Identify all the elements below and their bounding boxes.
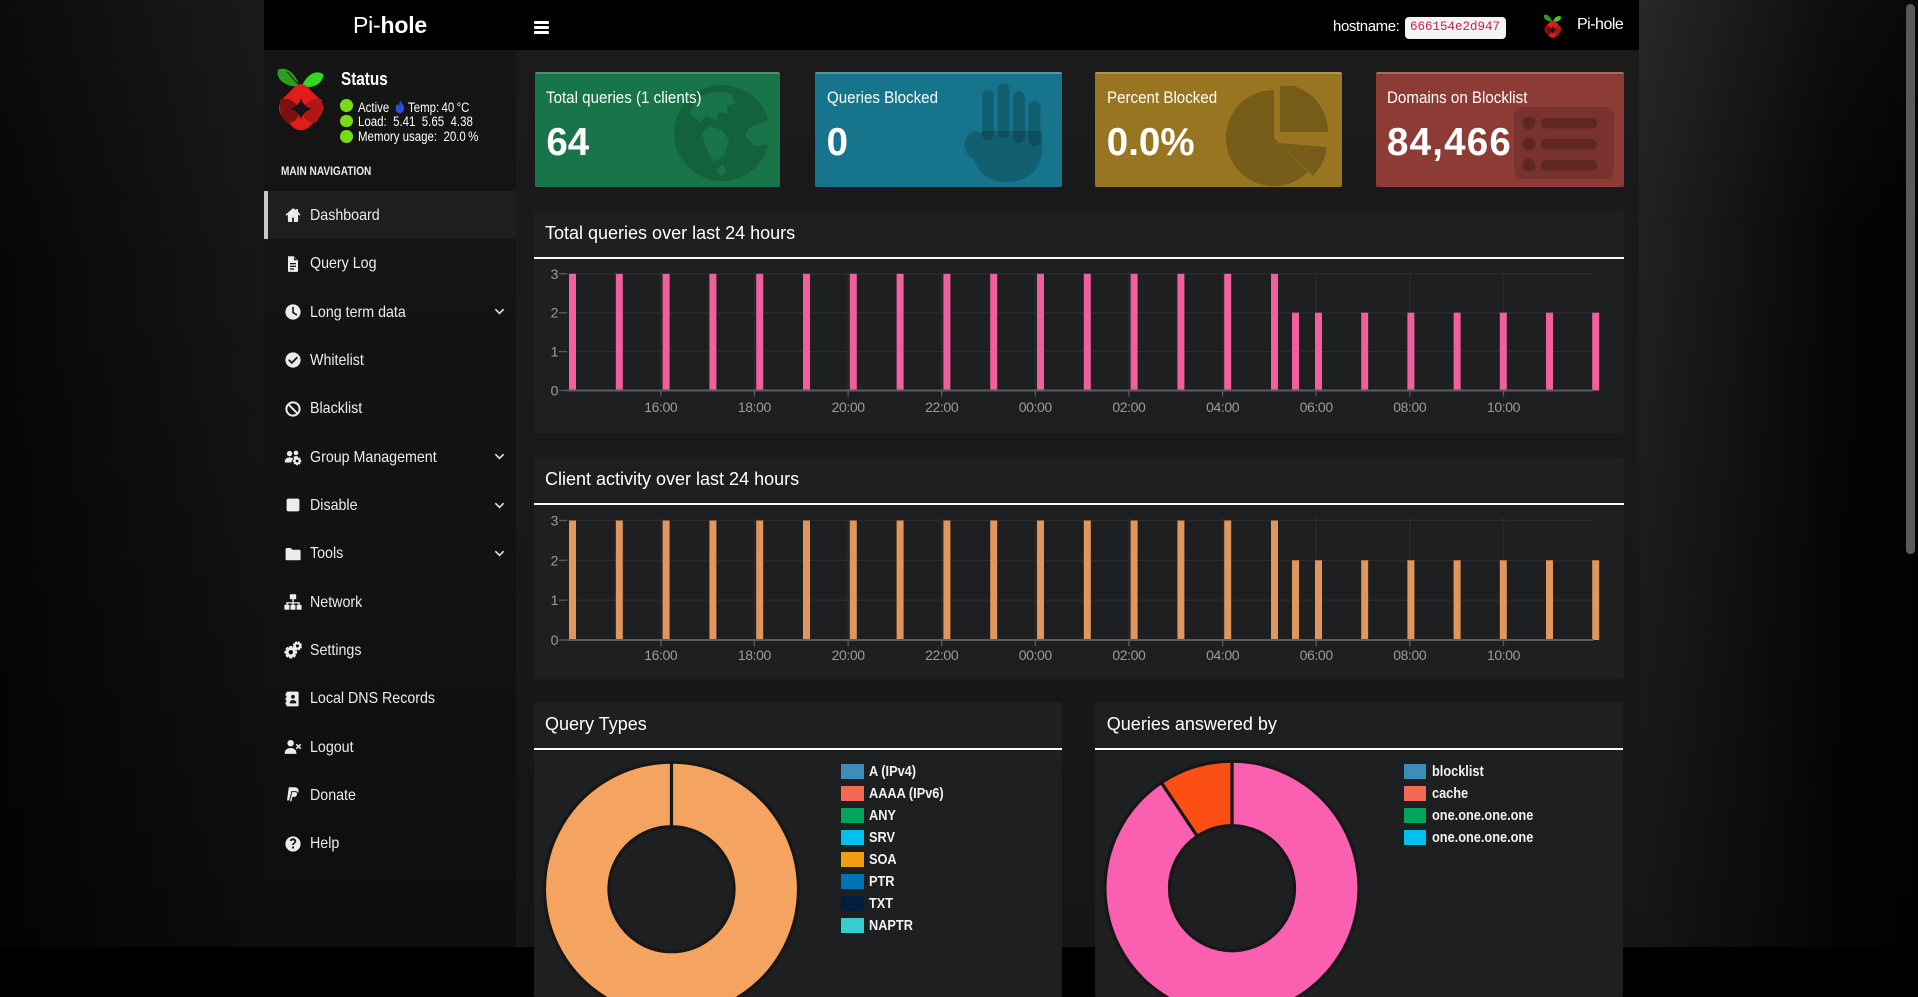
svg-text:10:00: 10:00 xyxy=(1486,399,1520,415)
svg-text:1: 1 xyxy=(550,592,558,608)
svg-text:18:00: 18:00 xyxy=(737,647,771,663)
svg-text:08:00: 08:00 xyxy=(1393,399,1427,415)
svg-text:22:00: 22:00 xyxy=(925,399,959,415)
svg-text:08:00: 08:00 xyxy=(1393,647,1427,663)
svg-text:10:00: 10:00 xyxy=(1486,647,1520,663)
svg-text:06:00: 06:00 xyxy=(1299,647,1333,663)
svg-text:1: 1 xyxy=(550,343,558,359)
svg-text:02:00: 02:00 xyxy=(1112,647,1146,663)
svg-text:04:00: 04:00 xyxy=(1206,647,1240,663)
svg-text:3: 3 xyxy=(550,512,558,528)
svg-text:00:00: 00:00 xyxy=(1018,399,1052,415)
svg-text:2: 2 xyxy=(550,304,558,320)
svg-text:22:00: 22:00 xyxy=(925,647,959,663)
svg-text:02:00: 02:00 xyxy=(1112,399,1146,415)
svg-text:3: 3 xyxy=(550,265,558,281)
svg-text:00:00: 00:00 xyxy=(1018,647,1052,663)
svg-text:0: 0 xyxy=(550,632,558,648)
svg-text:20:00: 20:00 xyxy=(831,399,865,415)
svg-text:04:00: 04:00 xyxy=(1206,399,1240,415)
svg-text:18:00: 18:00 xyxy=(737,399,771,415)
svg-text:16:00: 16:00 xyxy=(644,399,678,415)
svg-text:2: 2 xyxy=(550,552,558,568)
svg-text:0: 0 xyxy=(550,382,558,398)
svg-text:20:00: 20:00 xyxy=(831,647,865,663)
svg-text:06:00: 06:00 xyxy=(1299,399,1333,415)
svg-text:16:00: 16:00 xyxy=(644,647,678,663)
